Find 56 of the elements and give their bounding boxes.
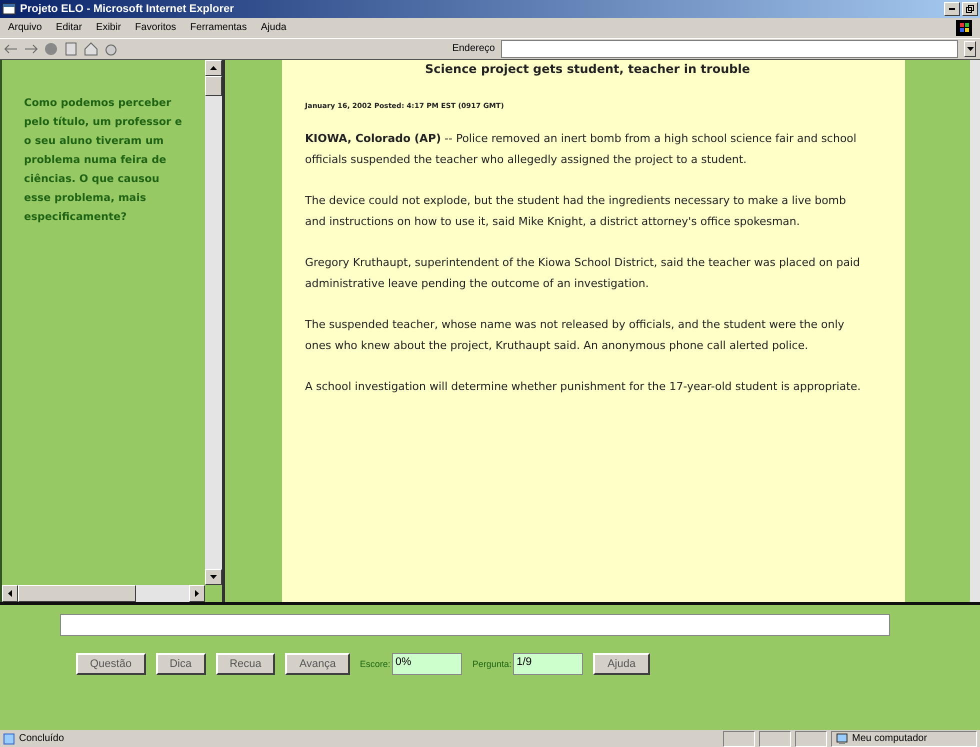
scroll-right-button[interactable] (189, 585, 205, 602)
home-icon[interactable] (84, 42, 98, 56)
address-label: Endereço (452, 43, 495, 54)
article-paragraph: The device could not explode, but the student had the ingredients necessary to make a live bomb and instructions on how to use it, said Mike Knight, a district attorney's office spokesman. (305, 192, 848, 230)
address-field[interactable] (501, 40, 958, 58)
forward-arrow-icon[interactable] (24, 44, 38, 54)
action-button[interactable]: Recua (216, 653, 276, 676)
answer-field[interactable] (60, 614, 890, 636)
value-field[interactable]: 0% (392, 653, 462, 676)
action-button[interactable]: Dica (156, 653, 206, 676)
status-pane (795, 730, 827, 747)
right-arrow-icon (195, 590, 199, 598)
minimize-icon (949, 8, 955, 10)
article-headline: Science project gets student, teacher in trouble (424, 62, 751, 76)
restore-icon (966, 4, 974, 13)
article-paragraph: A school investigation will determine whether punishment for the 17-year-old student is appropriate. (305, 378, 862, 395)
article-paragraph: KIOWA, Colorado (AP) -- Police removed an inert bomb from a high school science fair and school officials suspended the teacher who allegedly assigned the project to a student. (305, 130, 858, 168)
page-icon (3, 732, 15, 745)
status-pane (723, 730, 755, 747)
scroll-left-button[interactable] (2, 585, 18, 602)
vertical-scrollbar[interactable] (970, 60, 980, 602)
status-pane (759, 730, 791, 747)
action-button[interactable]: Questão (76, 653, 146, 676)
minimize-button[interactable] (944, 2, 960, 16)
zone-text: Meu computador (852, 733, 928, 744)
up-arrow-icon (210, 66, 217, 70)
back-arrow-icon[interactable] (4, 44, 18, 54)
scroll-thumb[interactable] (18, 585, 136, 602)
value-field[interactable]: 1/9 (513, 653, 584, 676)
caret-icon (966, 46, 974, 51)
scroll-thumb[interactable] (205, 76, 222, 96)
action-button[interactable]: Ajuda (593, 653, 650, 676)
horizontal-scrollbar[interactable] (2, 585, 205, 602)
menu-item[interactable]: Arquivo (8, 22, 42, 34)
left-arrow-icon (8, 590, 12, 598)
menu-item[interactable]: Favoritos (135, 22, 176, 34)
window-title: Projeto ELO - Microsoft Internet Explorer (20, 2, 234, 15)
menu-item[interactable]: Exibir (96, 22, 122, 34)
browser-icon (2, 2, 16, 16)
article-paragraph: Gregory Kruthaupt, superintendent of the Kiowa School District, said the teacher was placed on paid administrative leave pending the outcome of an investigation. (305, 254, 861, 292)
question-text: Como podemos perceber pelo título, um professor e o seu aluno tiveram um problema numa feira de ciências. O que causou esse problema, mais especificamente? (24, 96, 184, 225)
menu-item[interactable]: Ajuda (260, 22, 286, 34)
scroll-up-button[interactable] (205, 60, 222, 76)
windows-logo-icon (956, 20, 972, 36)
vertical-scrollbar[interactable] (205, 60, 222, 586)
status-text: Concluído (19, 733, 64, 744)
field-label: Pergunta: (472, 659, 512, 670)
dropdown-button[interactable] (964, 40, 976, 57)
maximize-button[interactable] (962, 2, 978, 16)
menu-item[interactable]: Ferramentas (190, 22, 247, 34)
action-button[interactable]: Avança (285, 653, 350, 676)
field-label: Escore: (360, 659, 390, 670)
article-paragraph: The suspended teacher, whose name was not released by officials, and the student were the only ones who knew about the project, Kruthaupt said. An anonymous phone call alerted police. (305, 316, 846, 354)
down-arrow-icon (210, 575, 217, 580)
menu-item[interactable]: Editar (56, 22, 82, 34)
scroll-down-button[interactable] (205, 569, 222, 586)
